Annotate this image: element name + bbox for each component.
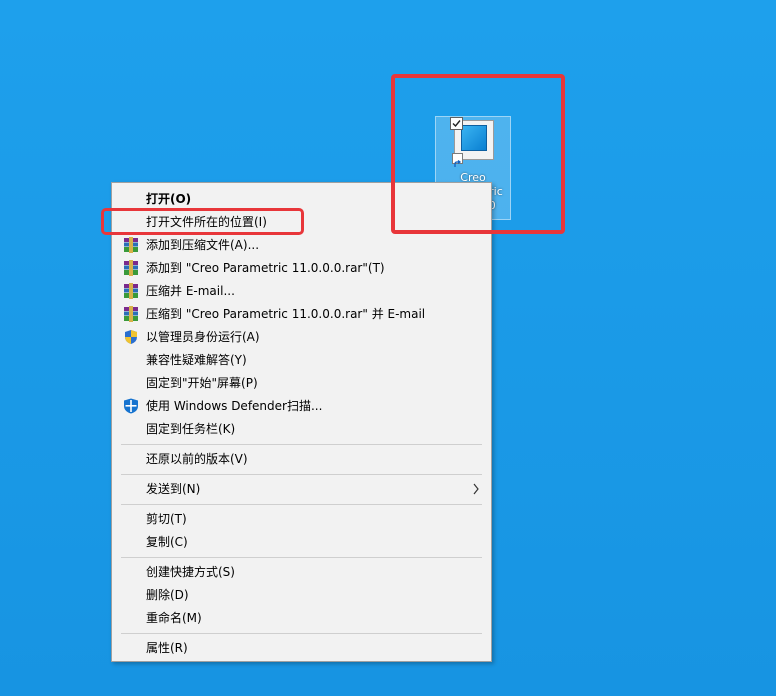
menu-item-troubleshoot-compatibility[interactable]: 兼容性疑难解答(Y) <box>115 349 488 371</box>
menu-item-label: 剪切(T) <box>146 512 187 526</box>
menu-item-label: 还原以前的版本(V) <box>146 452 248 466</box>
menu-separator <box>121 557 482 558</box>
context-menu: 打开(O) 打开文件所在的位置(I) 添加到压缩文件(A)... 添加到 "Cr… <box>111 182 492 662</box>
menu-item-create-shortcut[interactable]: 创建快捷方式(S) <box>115 561 488 583</box>
menu-item-label: 创建快捷方式(S) <box>146 565 235 579</box>
menu-item-pin-to-start[interactable]: 固定到"开始"屏幕(P) <box>115 372 488 394</box>
menu-item-run-as-admin[interactable]: 以管理员身份运行(A) <box>115 326 488 348</box>
menu-item-label: 添加到压缩文件(A)... <box>146 238 260 252</box>
menu-item-delete[interactable]: 删除(D) <box>115 584 488 606</box>
menu-item-properties[interactable]: 属性(R) <box>115 637 488 659</box>
menu-item-copy[interactable]: 复制(C) <box>115 531 488 553</box>
winrar-icon <box>123 283 139 299</box>
menu-item-send-to[interactable]: 发送到(N) <box>115 478 488 500</box>
menu-item-label: 使用 Windows Defender扫描... <box>146 399 323 413</box>
menu-item-label: 压缩到 "Creo Parametric 11.0.0.0.rar" 并 E-m… <box>146 307 426 321</box>
annotation-highlight-menu-item <box>101 208 304 235</box>
chevron-right-icon <box>472 478 480 507</box>
menu-separator <box>121 633 482 634</box>
menu-item-label: 复制(C) <box>146 535 188 549</box>
uac-shield-icon <box>123 329 139 345</box>
menu-separator <box>121 504 482 505</box>
winrar-icon <box>123 306 139 322</box>
menu-item-restore-previous-versions[interactable]: 还原以前的版本(V) <box>115 448 488 470</box>
menu-item-add-to-archive[interactable]: 添加到压缩文件(A)... <box>115 234 488 256</box>
annotation-highlight-icon <box>391 74 565 234</box>
menu-separator <box>121 474 482 475</box>
menu-item-rename[interactable]: 重命名(M) <box>115 607 488 629</box>
menu-item-defender-scan[interactable]: 使用 Windows Defender扫描... <box>115 395 488 417</box>
menu-item-label: 固定到"开始"屏幕(P) <box>146 376 258 390</box>
menu-item-label: 压缩并 E-mail... <box>146 284 235 298</box>
menu-item-label: 删除(D) <box>146 588 189 602</box>
defender-icon <box>123 398 139 414</box>
winrar-icon <box>123 237 139 253</box>
menu-separator <box>121 444 482 445</box>
menu-item-pin-to-taskbar[interactable]: 固定到任务栏(K) <box>115 418 488 440</box>
menu-item-label: 添加到 "Creo Parametric 11.0.0.0.rar"(T) <box>146 261 385 275</box>
menu-item-label: 兼容性疑难解答(Y) <box>146 353 247 367</box>
winrar-icon <box>123 260 139 276</box>
menu-item-label: 发送到(N) <box>146 482 201 496</box>
menu-item-label: 重命名(M) <box>146 611 202 625</box>
menu-item-compress-email[interactable]: 压缩并 E-mail... <box>115 280 488 302</box>
menu-item-label: 以管理员身份运行(A) <box>146 330 260 344</box>
menu-item-label: 打开(O) <box>146 192 192 206</box>
menu-item-label: 固定到任务栏(K) <box>146 422 236 436</box>
menu-item-add-to-rar[interactable]: 添加到 "Creo Parametric 11.0.0.0.rar"(T) <box>115 257 488 279</box>
menu-item-label: 属性(R) <box>146 641 188 655</box>
menu-item-compress-rar-email[interactable]: 压缩到 "Creo Parametric 11.0.0.0.rar" 并 E-m… <box>115 303 488 325</box>
menu-item-cut[interactable]: 剪切(T) <box>115 508 488 530</box>
